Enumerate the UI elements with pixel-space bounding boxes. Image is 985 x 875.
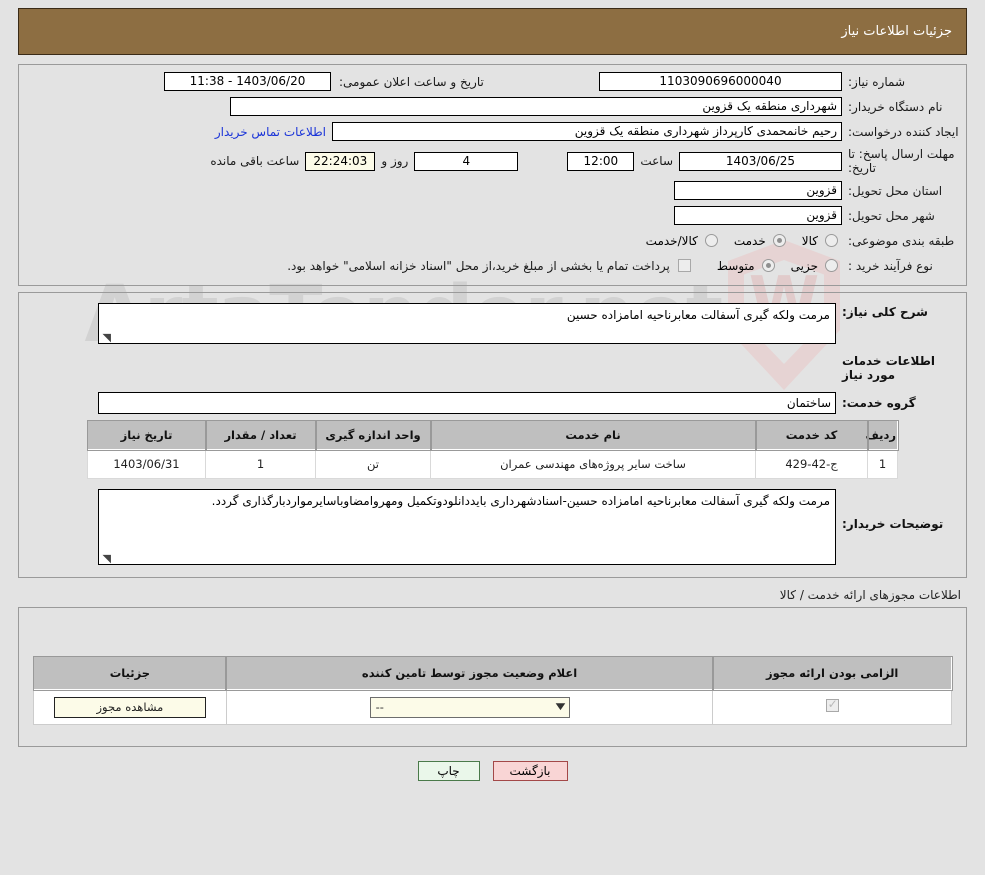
delivery-province-field[interactable]: قزوین: [674, 181, 842, 200]
remaining-suffix-label: ساعت باقی مانده: [210, 154, 300, 168]
col-license-details: جزئیات: [32, 655, 228, 691]
licenses-panel: الزامی بودن ارائه مجوز اعلام وضعیت مجوز …: [18, 607, 967, 747]
services-table-header-row: ردیف کد خدمت نام خدمت واحد اندازه گیری ت…: [86, 419, 899, 451]
page-root: جزئیات اطلاعات نیاز شماره نیاز: 11030906…: [0, 0, 985, 875]
cell-service-name: ساخت سایر پروژه‌های مهندسی عمران: [430, 449, 756, 479]
services-table: ردیف کد خدمت نام خدمت واحد اندازه گیری ت…: [86, 419, 899, 479]
resize-grip-icon-notes[interactable]: ◥: [101, 553, 111, 564]
print-button[interactable]: چاپ: [417, 761, 480, 781]
hour-label: ساعت: [640, 154, 673, 168]
purchase-process-radios: جزیی متوسط: [707, 259, 842, 273]
radio-process-jozii-label: جزیی: [790, 258, 818, 273]
buyer-notes-textarea[interactable]: مرمت ولکه گیری آسفالت معابرناحیه امامزاد…: [98, 489, 836, 565]
row-delivery-province: استان محل تحویل: قزوین: [25, 181, 960, 200]
cell-need-date: 1403/06/31: [87, 449, 206, 479]
row-service-group: گروه خدمت: ساختمان: [31, 392, 954, 414]
buyer-org-label: نام دستگاه خریدار:: [848, 99, 943, 114]
licenses-table: الزامی بودن ارائه مجوز اعلام وضعیت مجوز …: [32, 655, 953, 725]
chevron-down-icon: ▼: [555, 701, 565, 712]
service-group-field[interactable]: ساختمان: [98, 392, 836, 414]
cell-service-code: ج-42-429: [755, 449, 868, 479]
col-need-date: تاریخ نیاز: [86, 419, 207, 451]
general-description-textarea[interactable]: مرمت ولکه گیری آسفالت معابرناحیه امامزاد…: [98, 303, 836, 344]
subject-classification-label: طبقه بندی موضوعی:: [848, 233, 955, 248]
days-and-label: روز و: [381, 154, 409, 168]
cell-license-required: [712, 689, 952, 725]
radio-category-kala[interactable]: [825, 234, 838, 247]
delivery-province-label: استان محل تحویل:: [848, 183, 943, 198]
license-status-dropdown[interactable]: ▼ --: [369, 696, 570, 718]
license-required-checkbox: [825, 697, 839, 712]
col-service-code: کد خدمت: [754, 419, 869, 451]
delivery-city-label: شهر محل تحویل:: [848, 208, 935, 223]
col-quantity: تعداد / مقدار: [204, 419, 317, 451]
cell-quantity: 1: [205, 449, 316, 479]
radio-category-kala-khedmat-label: کالا/خدمت: [645, 233, 698, 248]
service-group-label: گروه خدمت:: [842, 396, 916, 410]
radio-process-motevaset[interactable]: [761, 259, 775, 272]
table-row: 1 ج-42-429 ساخت سایر پروژه‌های مهندسی عم…: [87, 449, 898, 479]
licenses-section-caption: اطلاعات مجوزهای ارائه خدمت / کالا: [779, 588, 961, 602]
need-number-field[interactable]: 1103090696000040: [599, 72, 842, 91]
deadline-date-field[interactable]: 1403/06/25: [679, 151, 842, 171]
delivery-city-field[interactable]: قزوین: [674, 206, 842, 225]
services-section-heading: اطلاعات خدمات مورد نیاز: [842, 354, 936, 382]
cell-license-status: ▼ --: [225, 689, 714, 725]
row-general-description: شرح کلی نیاز: مرمت ولکه گیری آسفالت معاب…: [31, 303, 954, 344]
page-title-bar: جزئیات اطلاعات نیاز: [18, 8, 967, 55]
table-row: ▼ -- مشاهده مجوز: [33, 689, 952, 725]
announce-datetime-label: تاریخ و ساعت اعلان عمومی:: [339, 74, 484, 89]
footer-buttons: بازگشت چاپ: [18, 761, 967, 781]
need-details-panel: شرح کلی نیاز: مرمت ولکه گیری آسفالت معاب…: [18, 292, 967, 578]
subject-classification-radios: کالا خدمت کالا/خدمت: [636, 234, 842, 248]
col-unit: واحد اندازه گیری: [314, 419, 432, 451]
response-deadline-label: مهلت ارسال پاسخ: تا تاریخ:: [848, 147, 955, 175]
cell-license-details: مشاهده مجوز: [33, 689, 227, 725]
radio-category-kala-khedmat[interactable]: [704, 234, 718, 247]
col-license-required: الزامی بودن ارائه مجوز: [711, 655, 953, 691]
col-service-name: نام خدمت: [429, 419, 757, 451]
cell-radif: 1: [867, 449, 898, 479]
buyer-org-field[interactable]: شهرداری منطقه یک قزوین: [230, 97, 842, 116]
radio-category-khedmat[interactable]: [772, 234, 786, 247]
treasury-docs-note: پرداخت تمام یا بخشی از مبلغ خرید،از محل …: [287, 258, 670, 273]
row-delivery-city: شهر محل تحویل: قزوین: [25, 206, 960, 225]
col-radif: ردیف: [865, 419, 899, 451]
row-buyer-org: نام دستگاه خریدار: شهرداری منطقه یک قزوی…: [25, 97, 960, 116]
purchase-process-label: نوع فرآیند خرید :: [848, 258, 933, 273]
radio-process-jozii[interactable]: [825, 259, 838, 272]
row-need-number: شماره نیاز: 1103090696000040 تاریخ و ساع…: [25, 72, 960, 91]
row-response-deadline: مهلت ارسال پاسخ: تا تاریخ: 1403/06/25 سا…: [25, 147, 960, 175]
row-request-creator: ایجاد کننده درخواست: رحیم خانمحمدی کارپر…: [25, 122, 960, 141]
general-description-value: مرمت ولکه گیری آسفالت معابرناحیه امامزاد…: [566, 308, 830, 322]
col-license-status: اعلام وضعیت مجوز توسط تامین کننده: [225, 655, 714, 691]
row-purchase-process: نوع فرآیند خرید : جزیی متوسط پرداخت تمام…: [25, 256, 960, 275]
radio-process-motevaset-label: متوسط: [716, 258, 755, 273]
need-summary-panel: شماره نیاز: 1103090696000040 تاریخ و ساع…: [18, 64, 967, 286]
buyer-notes-value: مرمت ولکه گیری آسفالت معابرناحیه امامزاد…: [211, 494, 830, 508]
back-button[interactable]: بازگشت: [492, 761, 568, 781]
view-license-button[interactable]: مشاهده مجوز: [53, 696, 206, 718]
announce-datetime-field[interactable]: 1403/06/20 - 11:38: [164, 72, 331, 91]
row-subject-classification: طبقه بندی موضوعی: کالا خدمت کالا/خدمت: [25, 231, 960, 250]
buyer-contact-link[interactable]: اطلاعات تماس خریدار: [215, 125, 332, 139]
cell-unit: تن: [315, 449, 431, 479]
remaining-time-field: 22:24:03: [305, 151, 376, 171]
need-number-label: شماره نیاز:: [848, 74, 905, 89]
treasury-docs-checkbox[interactable]: [677, 259, 691, 272]
resize-grip-icon[interactable]: ◥: [101, 332, 111, 343]
radio-category-khedmat-label: خدمت: [733, 233, 766, 248]
remaining-days-field: 4: [414, 151, 519, 171]
licenses-table-header-row: الزامی بودن ارائه مجوز اعلام وضعیت مجوز …: [32, 655, 953, 691]
request-creator-label: ایجاد کننده درخواست:: [848, 124, 959, 139]
page-title: جزئیات اطلاعات نیاز: [841, 24, 952, 39]
row-buyer-notes: توضیحات خریدار: مرمت ولکه گیری آسفالت مع…: [31, 489, 954, 565]
request-creator-field[interactable]: رحیم خانمحمدی کارپرداز شهرداری منطقه یک …: [332, 122, 842, 141]
deadline-hour-field[interactable]: 12:00: [567, 151, 635, 171]
general-description-label: شرح کلی نیاز:: [842, 305, 928, 319]
buyer-notes-label: توضیحات خریدار:: [842, 517, 944, 531]
radio-category-kala-label: کالا: [801, 233, 818, 248]
license-status-value: --: [375, 699, 384, 714]
